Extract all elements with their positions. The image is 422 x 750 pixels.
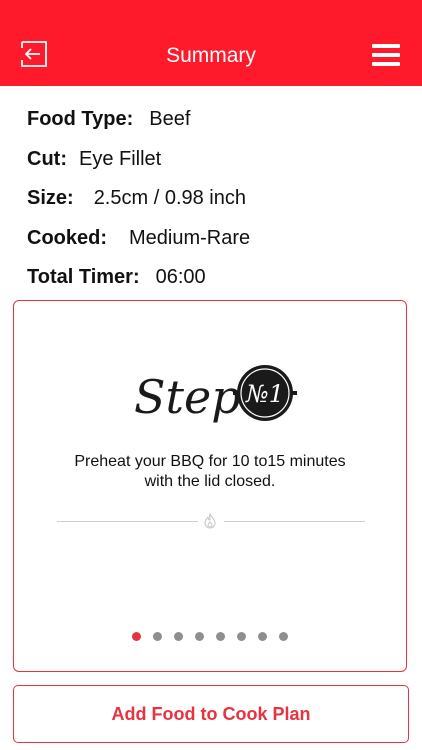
- pager-dot-1[interactable]: [132, 632, 141, 641]
- summary-label: Cut:: [27, 147, 67, 170]
- app-header: Summary: [0, 0, 422, 86]
- summary-value: 2.5cm / 0.98 inch: [93, 187, 246, 210]
- step-logo-word: Step: [134, 370, 241, 424]
- page-title: Summary: [166, 44, 256, 67]
- summary-row-food-type: Food Type: Beef: [27, 100, 407, 140]
- summary-row-size: Size: 2.5cm / 0.98 inch: [27, 179, 407, 219]
- pager-dot-2[interactable]: [153, 632, 162, 641]
- pager-dot-4[interactable]: [195, 632, 204, 641]
- flame-icon: [204, 513, 216, 529]
- step-logo-badge: №1: [245, 380, 284, 408]
- summary-row-cut: Cut: Eye Fillet: [27, 140, 407, 180]
- summary-value: Beef: [149, 108, 191, 131]
- summary-row-total-timer: Total Timer: 06:00: [27, 258, 407, 298]
- pager-dot-7[interactable]: [258, 632, 267, 641]
- step-logo: Step №1: [134, 365, 297, 424]
- pager-dot-6[interactable]: [237, 632, 246, 641]
- summary-label: Food Type:: [27, 108, 134, 131]
- step-pager: [14, 632, 406, 641]
- summary-value: Medium-Rare: [129, 226, 251, 249]
- step-text-line-1: Preheat your BBQ for 10 to15 minutes: [74, 453, 346, 470]
- summary-row-cooked: Cooked: Medium-Rare: [27, 219, 407, 259]
- summary-label: Total Timer:: [27, 266, 140, 289]
- summary-value: 06:00: [155, 266, 206, 289]
- summary-label: Size:: [27, 187, 74, 210]
- divider: [57, 521, 198, 522]
- pager-dot-3[interactable]: [174, 632, 183, 641]
- step-instruction: Preheat your BBQ for 10 to15 minutes wit…: [14, 452, 406, 492]
- pager-dot-8[interactable]: [279, 632, 288, 641]
- summary-value: Eye Fillet: [78, 147, 162, 170]
- divider: [224, 521, 365, 522]
- summary-label: Cooked:: [27, 226, 107, 249]
- step-card[interactable]: Step №1 Preheat your BBQ for 10 to15 min…: [13, 300, 407, 672]
- cook-summary: Food Type: Beef Cut: Eye Fillet Size: 2.…: [27, 100, 407, 298]
- hamburger-menu-icon: [372, 44, 400, 48]
- add-food-to-cook-plan-button[interactable]: Add Food to Cook Plan: [13, 685, 409, 743]
- step-text-line-2: with the lid closed.: [144, 473, 276, 490]
- menu-button[interactable]: [372, 44, 400, 66]
- pager-dot-5[interactable]: [216, 632, 225, 641]
